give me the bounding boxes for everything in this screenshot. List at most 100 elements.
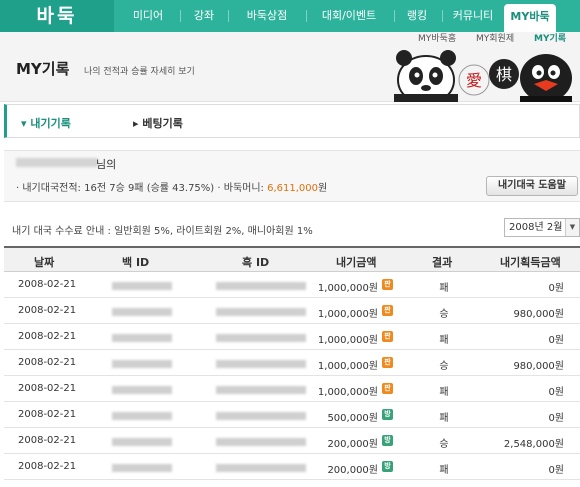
panda-mascot	[394, 50, 458, 102]
row-result: 패	[439, 465, 449, 476]
nav-ranking[interactable]: 랭킹	[400, 0, 434, 32]
white-id-redacted	[112, 282, 172, 290]
black-id-redacted	[216, 412, 306, 420]
mascot-char-1: 愛	[466, 71, 482, 90]
room-type-badge: 판	[382, 305, 393, 316]
room-type-badge: 판	[382, 357, 393, 368]
baduk-money-value: 6,611,000	[267, 183, 318, 194]
row-date: 2008-02-21	[18, 435, 77, 446]
row-winnings: 2,548,000원	[503, 439, 564, 450]
username-redacted	[16, 158, 98, 167]
header-result: 결과	[432, 256, 453, 269]
row-result: 패	[439, 283, 449, 294]
chevron-right-icon: ▸	[133, 117, 139, 130]
tab-bet-records[interactable]: ▾ 내기기록	[21, 115, 71, 131]
white-id-redacted	[112, 412, 172, 420]
nav-lectures[interactable]: 강좌	[186, 0, 222, 32]
row-result: 승	[439, 309, 449, 320]
header-date: 날짜	[34, 256, 55, 269]
mascot-illustration: 愛 棋	[394, 50, 572, 102]
room-type-badge: 방	[382, 461, 393, 472]
room-type-badge: 판	[382, 279, 393, 290]
row-result: 승	[439, 439, 449, 450]
row-winnings: 0원	[548, 387, 564, 398]
row-date: 2008-02-21	[18, 383, 77, 394]
nav-my-baduk[interactable]: MY바둑	[504, 4, 556, 32]
row-winnings: 0원	[548, 283, 564, 294]
row-date: 2008-02-21	[18, 279, 77, 290]
row-date: 2008-02-21	[18, 305, 77, 316]
row-result: 패	[439, 413, 449, 424]
white-id-redacted	[112, 308, 172, 316]
room-type-badge: 방	[382, 435, 393, 446]
table-header: 날짜 백 ID 흑 ID 내기금액 결과 내기획득금액	[4, 246, 580, 272]
nav-media[interactable]: 미디어	[124, 0, 172, 32]
header-winnings: 내기획득금액	[500, 256, 561, 269]
tab-bet-records-label: 내기기록	[30, 117, 71, 130]
white-id-redacted	[112, 438, 172, 446]
black-id-redacted	[216, 438, 306, 446]
nav-events[interactable]: 대회/이벤트	[312, 0, 386, 32]
row-date: 2008-02-21	[18, 409, 77, 420]
table-row: 2008-02-21 1,000,000원 판 승 980,000원	[4, 350, 580, 376]
record-tabs: ▾ 내기기록 ▸ 베팅기록	[4, 104, 580, 138]
row-winnings: 0원	[548, 335, 564, 346]
nav-divider	[180, 10, 181, 22]
table-row: 2008-02-21 500,000원 방 패 0원	[4, 402, 580, 428]
white-id-redacted	[112, 386, 172, 394]
top-navigation: 바둑 미디어 강좌 바둑상점 대회/이벤트 랭킹 커뮤니티 MY바둑	[0, 0, 580, 32]
row-bet-amount: 1,000,000원	[317, 283, 378, 294]
row-result: 패	[439, 387, 449, 398]
black-id-redacted	[216, 282, 306, 290]
nav-divider	[306, 10, 307, 22]
row-result: 패	[439, 335, 449, 346]
baduk-money-unit: 원	[318, 183, 328, 194]
penguin-mascot	[520, 54, 572, 102]
month-select[interactable]: 2008년 2월 ▼	[504, 218, 580, 237]
record-stats-text: · 내기대국전적: 16전 7승 9패 (승률 43.75%) · 바둑머니:	[16, 183, 268, 194]
row-bet-amount: 1,000,000원	[317, 361, 378, 372]
row-winnings: 0원	[548, 465, 564, 476]
table-row: 2008-02-21 1,000,000원 판 패 0원	[4, 272, 580, 298]
room-type-badge: 방	[382, 409, 393, 420]
bet-help-button[interactable]: 내기대국 도움말	[486, 176, 578, 196]
white-id-redacted	[112, 360, 172, 368]
table-row: 2008-02-21 200,000원 방 승 2,548,000원	[4, 428, 580, 454]
row-bet-amount: 500,000원	[327, 413, 378, 424]
chevron-down-icon[interactable]: ▼	[565, 219, 579, 236]
row-date: 2008-02-21	[18, 357, 77, 368]
nav-divider	[394, 10, 395, 22]
row-bet-amount: 1,000,000원	[317, 309, 378, 320]
black-id-redacted	[216, 464, 306, 472]
mascot-char-2: 棋	[496, 65, 512, 84]
room-type-badge: 판	[382, 383, 393, 394]
row-result: 승	[439, 361, 449, 372]
page-title: MY기록	[16, 60, 70, 78]
page-subtitle: 나의 전적과 승률 자세히 보기	[84, 67, 195, 77]
row-winnings: 0원	[548, 413, 564, 424]
black-id-redacted	[216, 308, 306, 316]
nav-divider	[442, 10, 443, 22]
white-id-redacted	[112, 464, 172, 472]
chevron-down-icon: ▾	[21, 117, 27, 130]
row-bet-amount: 1,000,000원	[317, 387, 378, 398]
tab-betting-records-label: 베팅기록	[142, 117, 183, 130]
table-row: 2008-02-21 1,000,000원 판 패 0원	[4, 376, 580, 402]
fee-info: 내기 대국 수수료 안내 : 일반회원 5%, 라이트회원 2%, 매니아회원 …	[12, 226, 313, 237]
black-id-redacted	[216, 386, 306, 394]
table-row: 2008-02-21 1,000,000원 판 승 980,000원	[4, 298, 580, 324]
header-white-id: 백 ID	[122, 256, 150, 269]
nav-community[interactable]: 커뮤니티	[448, 0, 498, 32]
black-id-redacted	[216, 360, 306, 368]
row-date: 2008-02-21	[18, 461, 77, 472]
nav-shop[interactable]: 바둑상점	[236, 0, 298, 32]
record-summary: 님의 · 내기대국전적: 16전 7승 9패 (승률 43.75%) · 바둑머…	[4, 150, 580, 202]
row-bet-amount: 1,000,000원	[317, 335, 378, 346]
month-select-value: 2008년 2월	[509, 222, 563, 233]
row-bet-amount: 200,000원	[327, 439, 378, 450]
row-date: 2008-02-21	[18, 331, 77, 342]
site-logo[interactable]: 바둑	[0, 0, 114, 32]
row-bet-amount: 200,000원	[327, 465, 378, 476]
tab-betting-records[interactable]: ▸ 베팅기록	[133, 115, 183, 131]
black-id-redacted	[216, 334, 306, 342]
